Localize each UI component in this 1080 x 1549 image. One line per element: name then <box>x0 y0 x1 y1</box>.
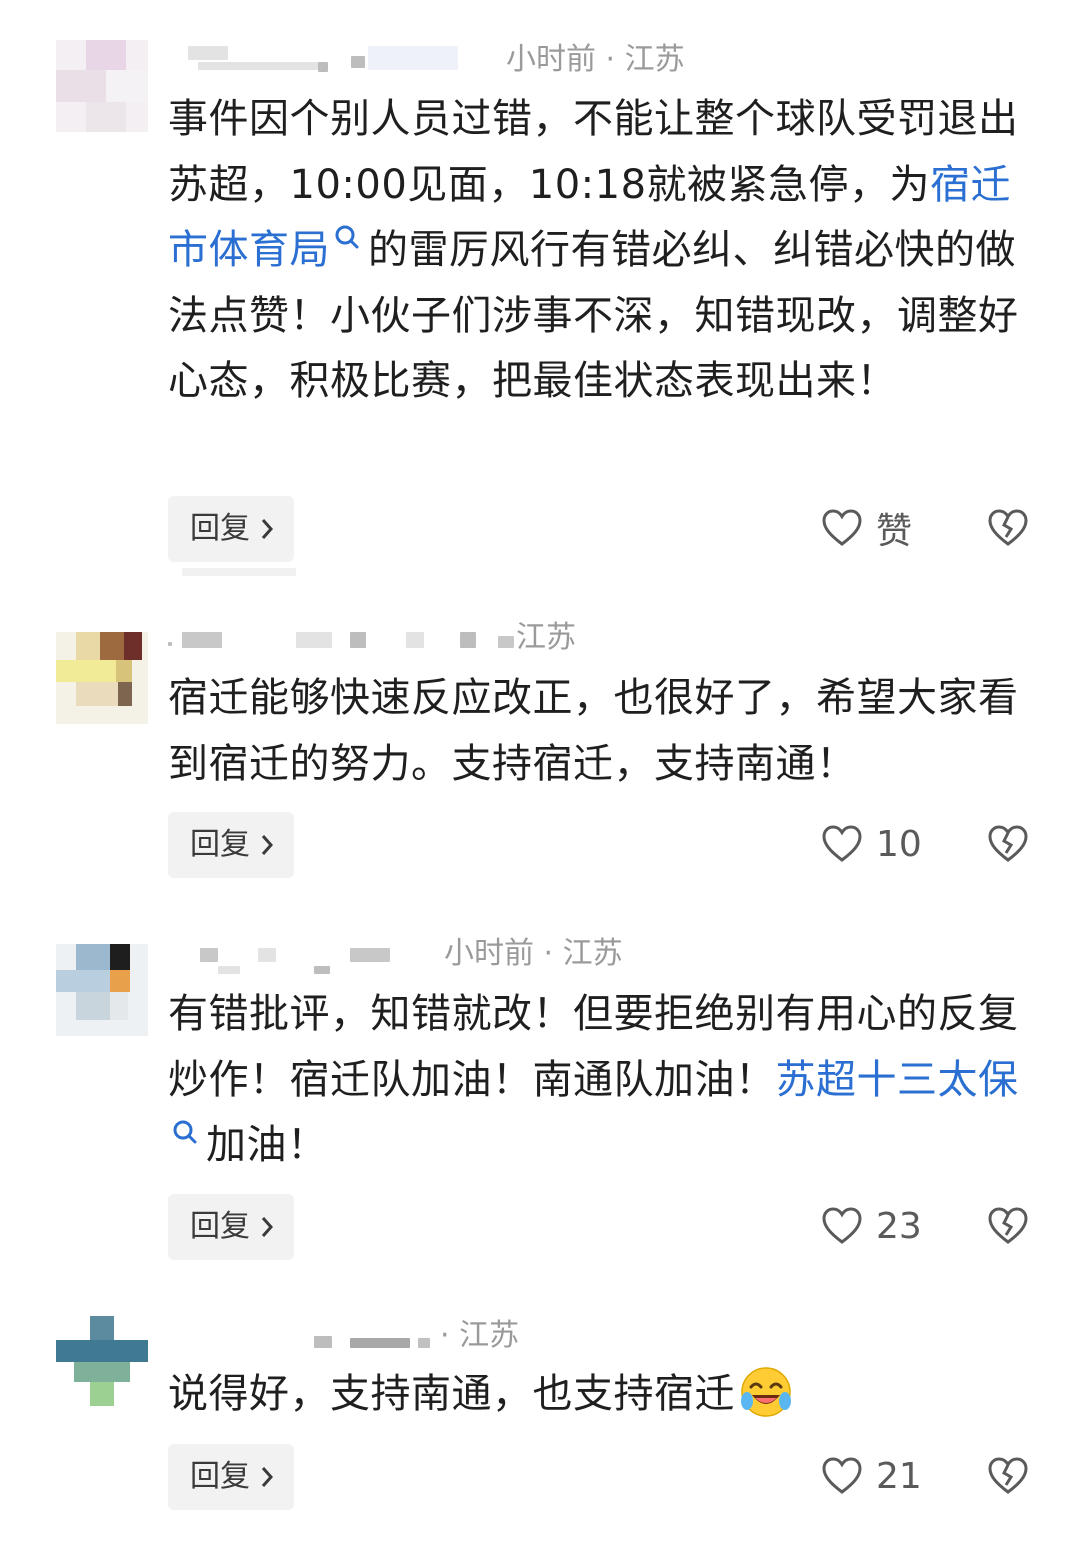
broken-heart-icon[interactable] <box>988 508 1028 548</box>
comment-meta: 江苏 <box>168 618 588 658</box>
comment-text: 说得好，支持南通，也支持宿迁 <box>168 1362 1038 1428</box>
divider <box>182 568 296 576</box>
avatar[interactable] <box>56 632 148 724</box>
chevron-right-icon <box>261 1467 274 1487</box>
reply-button[interactable]: 回复 <box>168 1444 294 1510</box>
comment-time-location: 小时前 · 江苏 <box>506 42 685 77</box>
topic-link[interactable]: 苏超十三太保 <box>776 1057 1019 1103</box>
heart-outline-icon <box>822 509 862 546</box>
reply-button[interactable]: 回复 <box>168 1194 294 1260</box>
reply-button[interactable]: 回复 <box>168 496 294 562</box>
comment-meta: 小时前 · 江苏 <box>168 40 728 80</box>
chevron-right-icon <box>261 835 274 855</box>
like-button[interactable]: 赞 <box>822 504 912 552</box>
chevron-right-icon <box>261 519 274 539</box>
heart-outline-icon <box>822 825 862 862</box>
chevron-right-icon <box>261 1217 274 1237</box>
comment-text: 事件因个别人员过错，不能让整个球队受罚退出苏超，10:00见面，10:18就被紧… <box>168 96 1019 404</box>
broken-heart-icon[interactable] <box>988 1206 1028 1246</box>
comment-meta: · 江苏 <box>168 1316 548 1356</box>
username-blur <box>188 46 228 60</box>
heart-outline-icon <box>822 1457 862 1494</box>
comment-time-location: · 江苏 <box>440 1318 520 1353</box>
avatar[interactable] <box>56 944 148 1036</box>
username-blur <box>314 1336 332 1348</box>
comment-time-location: 江苏 <box>516 620 576 655</box>
comment-text: 宿迁能够快速反应改正，也很好了，希望大家看到宿迁的努力。支持宿迁，支持南通！ <box>168 675 1019 787</box>
heart-outline-icon <box>822 1207 862 1244</box>
crying-laughing-emoji <box>741 1367 791 1417</box>
comment-text: 有错批评，知错就改！但要拒绝别有用心的反复炒作！宿迁队加油！南通队加油！苏超十三… <box>168 991 1019 1168</box>
comment-time-location: 小时前 · 江苏 <box>444 936 623 971</box>
like-button[interactable]: 10 <box>822 820 922 868</box>
like-count: 21 <box>876 1455 922 1497</box>
avatar[interactable] <box>56 40 148 132</box>
like-button[interactable]: 23 <box>822 1202 922 1250</box>
avatar[interactable] <box>56 1316 148 1408</box>
username-blur <box>168 642 172 646</box>
search-icon <box>335 225 359 249</box>
like-button[interactable]: 21 <box>822 1452 922 1500</box>
like-count: 23 <box>876 1205 922 1247</box>
reply-button[interactable]: 回复 <box>168 812 294 878</box>
broken-heart-icon[interactable] <box>988 1456 1028 1496</box>
search-icon <box>173 1120 197 1144</box>
username-blur <box>200 948 218 962</box>
like-count: 赞 <box>876 511 913 552</box>
like-count: 10 <box>876 823 922 865</box>
broken-heart-icon[interactable] <box>988 824 1028 864</box>
comment-meta: 小时前 · 江苏 <box>168 934 648 974</box>
